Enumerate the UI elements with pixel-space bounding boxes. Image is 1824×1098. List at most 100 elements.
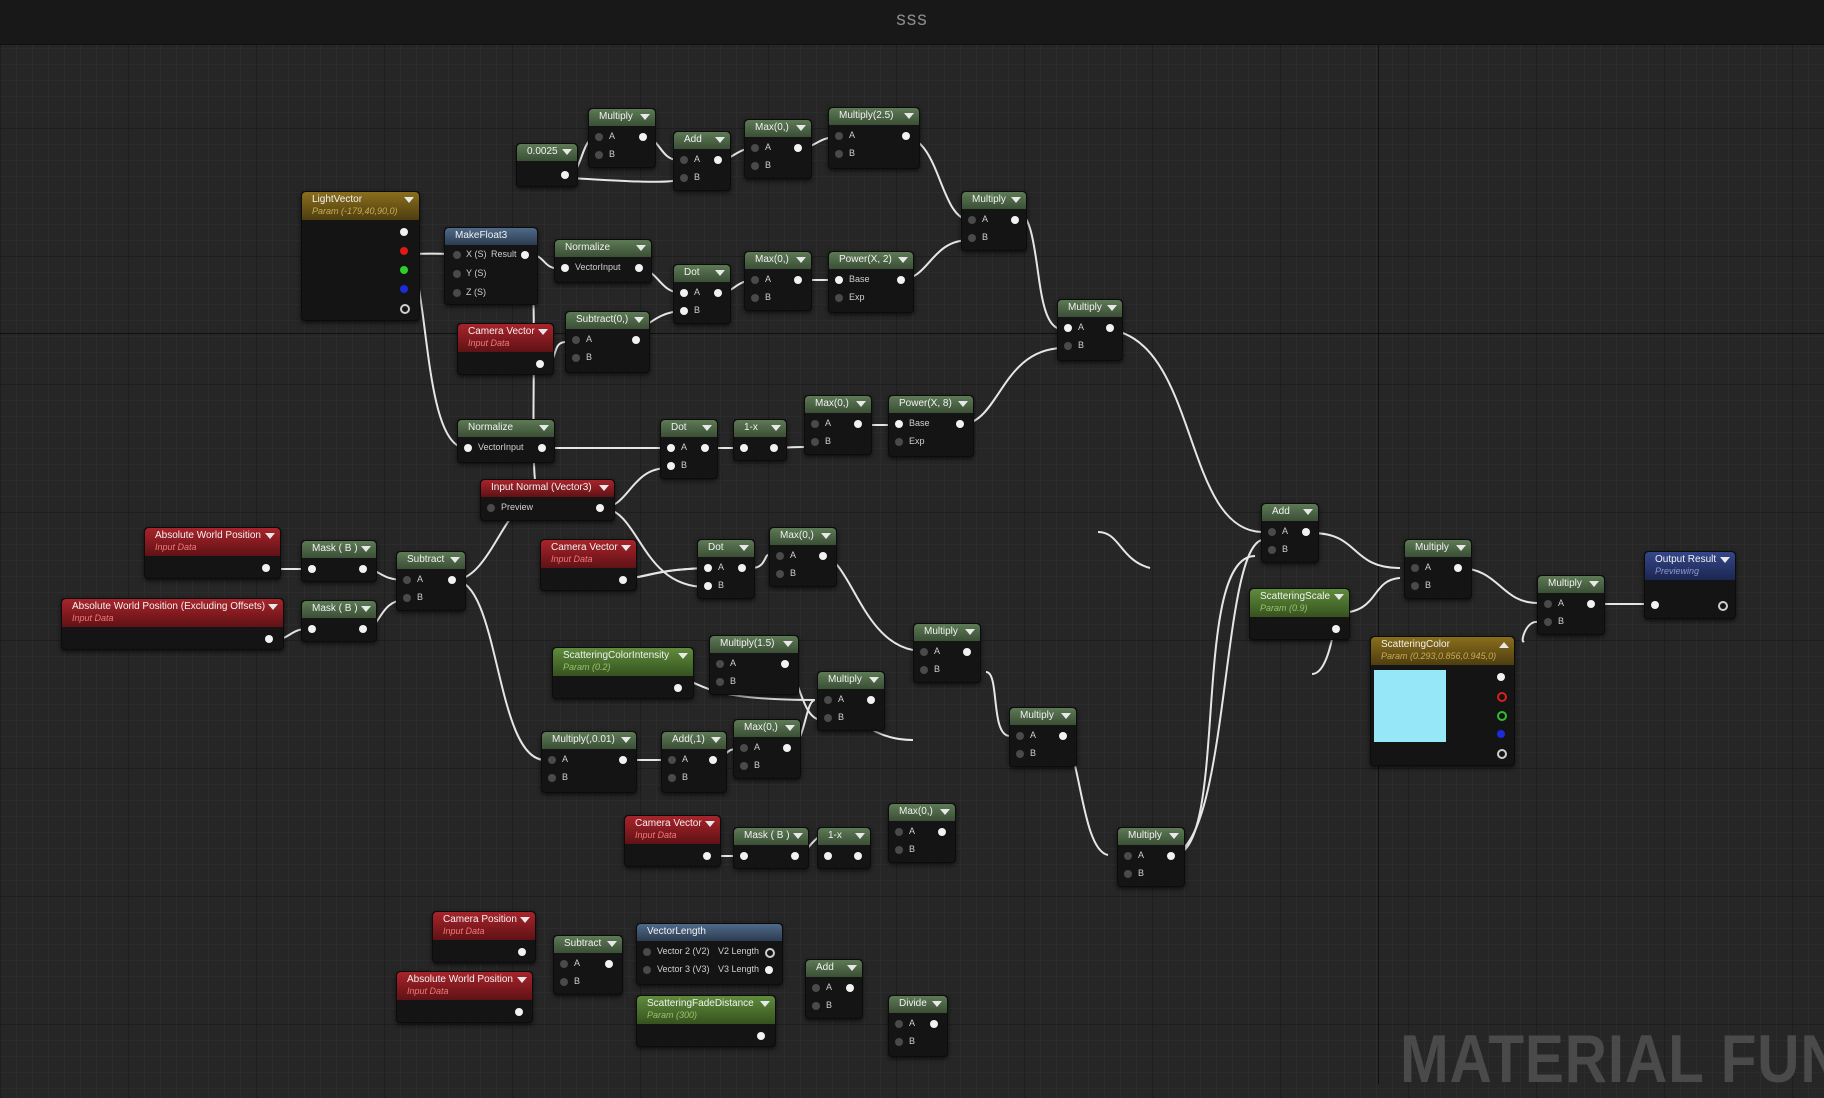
output-pin[interactable] (1011, 216, 1019, 224)
input-pin[interactable] (643, 948, 651, 956)
input-pin[interactable] (704, 564, 712, 572)
one-minus-x-node[interactable]: 1-x (733, 419, 787, 461)
multiply-node[interactable]: Multiply A B (1009, 707, 1077, 767)
node-header[interactable]: Dot (674, 265, 730, 282)
node-header[interactable]: Multiply (589, 109, 655, 126)
output-pin[interactable] (794, 144, 802, 152)
output-pin[interactable] (1332, 625, 1340, 633)
dropdown-icon[interactable] (783, 641, 793, 647)
input-pin[interactable] (812, 984, 820, 992)
node-header[interactable]: Power(X, 2) (829, 252, 913, 269)
input-pin[interactable] (1064, 324, 1072, 332)
multiply-node[interactable]: Multiply A B (1404, 539, 1472, 599)
input-pin[interactable] (1544, 618, 1552, 626)
absolute-world-position-excluding-offsets-node[interactable]: Absolute World Position (Excluding Offse… (61, 598, 284, 650)
node-header[interactable]: Multiply (914, 624, 980, 641)
dropdown-icon[interactable] (361, 546, 371, 552)
input-pin[interactable] (740, 852, 748, 860)
input-pin[interactable] (751, 276, 759, 284)
node-header[interactable]: ScatteringFadeDistanceParam (300) (637, 996, 775, 1024)
constant-node[interactable]: 0.0025 (516, 143, 578, 187)
output-pin[interactable] (765, 966, 773, 974)
dropdown-icon[interactable] (760, 1001, 770, 1007)
output-pin[interactable] (538, 444, 546, 452)
input-pin[interactable] (751, 144, 759, 152)
input-pin[interactable] (643, 966, 651, 974)
dropdown-icon[interactable] (621, 545, 631, 551)
node-header[interactable]: Multiply (818, 672, 884, 689)
output-pin[interactable] (757, 1032, 765, 1040)
dropdown-icon[interactable] (1061, 713, 1071, 719)
dot-node[interactable]: Dot A B (660, 419, 718, 479)
node-header[interactable]: Multiply (1118, 828, 1184, 845)
node-header[interactable]: Max(0,) (889, 804, 955, 821)
dropdown-icon[interactable] (265, 533, 275, 539)
node-header[interactable]: Camera VectorInput Data (458, 324, 553, 352)
output-pin[interactable] (1059, 732, 1067, 740)
dropdown-icon[interactable] (715, 137, 725, 143)
node-header[interactable]: VectorLength (637, 924, 782, 941)
input-pin[interactable] (968, 216, 976, 224)
input-pin[interactable] (1124, 852, 1132, 860)
input-pin[interactable] (560, 978, 568, 986)
dropdown-icon[interactable] (520, 917, 530, 923)
output-pin[interactable] (846, 984, 854, 992)
input-pin[interactable] (1411, 582, 1419, 590)
input-pin[interactable] (824, 714, 832, 722)
input-pin[interactable] (680, 289, 688, 297)
input-pin[interactable] (812, 1002, 820, 1010)
node-header[interactable]: ScatteringColorParam (0.293,0.856,0.945,… (1371, 637, 1514, 665)
input-pin[interactable] (704, 582, 712, 590)
input-normal-node[interactable]: Input Normal (Vector3) Preview (480, 479, 615, 521)
input-pin[interactable] (835, 294, 843, 302)
dropdown-icon[interactable] (361, 606, 371, 612)
input-pin[interactable] (1651, 601, 1659, 609)
collapse-icon[interactable] (1499, 642, 1509, 648)
dropdown-icon[interactable] (1589, 581, 1599, 587)
output-pin[interactable] (632, 336, 640, 344)
dropdown-icon[interactable] (739, 545, 749, 551)
node-header[interactable]: Dot (698, 540, 754, 557)
dropdown-icon[interactable] (1334, 594, 1344, 600)
node-header[interactable]: Mask ( B ) (734, 828, 808, 845)
output-pin[interactable] (703, 852, 711, 860)
node-header[interactable]: Add(,1) (662, 732, 726, 749)
input-pin[interactable] (561, 264, 569, 272)
dropdown-icon[interactable] (869, 677, 879, 683)
dropdown-icon[interactable] (678, 653, 688, 659)
node-header[interactable]: Multiply(,0.01) (542, 732, 636, 749)
power-2-node[interactable]: Power(X, 2) Base Exp (828, 251, 914, 313)
dropdown-icon[interactable] (796, 257, 806, 263)
multiply-1-5-node[interactable]: Multiply(1.5) A B (709, 635, 799, 695)
scattering-fade-distance-node[interactable]: ScatteringFadeDistanceParam (300) (636, 995, 776, 1047)
output-pin[interactable] (536, 360, 544, 368)
node-header[interactable]: MakeFloat3 (445, 228, 537, 245)
dropdown-icon[interactable] (715, 270, 725, 276)
input-pin[interactable] (1411, 564, 1419, 572)
dropdown-icon[interactable] (562, 149, 572, 155)
input-pin[interactable] (453, 289, 461, 297)
node-header[interactable]: Output ResultPreviewing (1645, 552, 1735, 580)
input-pin[interactable] (1016, 750, 1024, 758)
node-header[interactable]: ScatteringScaleParam (0.9) (1250, 589, 1349, 617)
node-header[interactable]: Add (1262, 504, 1318, 521)
input-pin[interactable] (667, 444, 675, 452)
node-header[interactable]: Max(0,) (805, 396, 871, 413)
input-pin[interactable] (811, 420, 819, 428)
input-pin[interactable] (680, 156, 688, 164)
input-pin[interactable] (895, 846, 903, 854)
input-pin[interactable] (1268, 528, 1276, 536)
add-node[interactable]: Add A B (805, 959, 863, 1019)
make-float3-node[interactable]: MakeFloat3 X (S) Y (S) Z (S) Result (444, 227, 538, 305)
input-pin[interactable] (1064, 342, 1072, 350)
output-pin[interactable] (400, 228, 408, 236)
output-pin[interactable] (1718, 601, 1728, 611)
input-pin[interactable] (920, 648, 928, 656)
input-pin[interactable] (595, 133, 603, 141)
node-header[interactable]: Add (674, 132, 730, 149)
input-pin[interactable] (835, 276, 843, 284)
dropdown-icon[interactable] (821, 533, 831, 539)
node-header[interactable]: 0.0025 (517, 144, 577, 161)
multiply-node[interactable]: Multiply A B (913, 623, 981, 683)
multiply-0-01-node[interactable]: Multiply(,0.01) A B (541, 731, 637, 793)
